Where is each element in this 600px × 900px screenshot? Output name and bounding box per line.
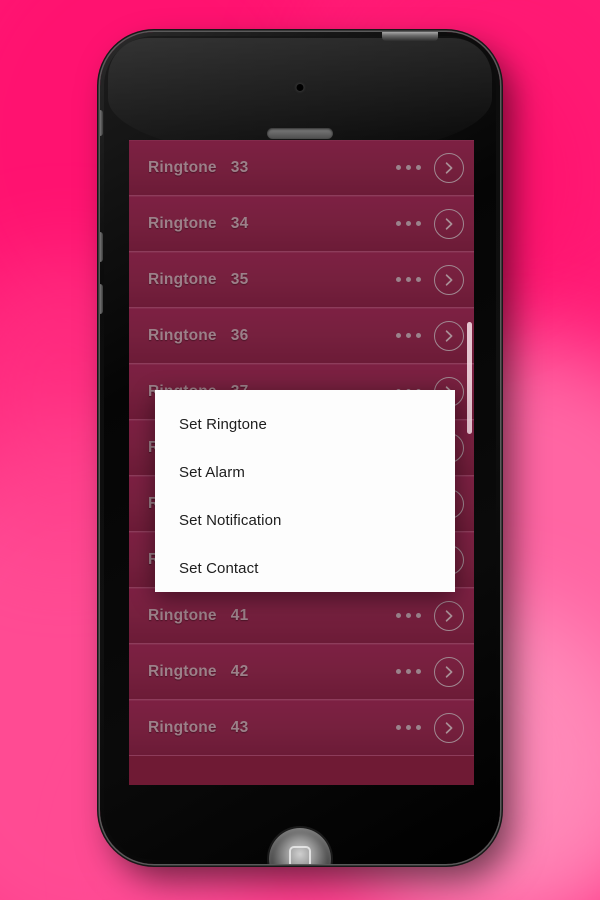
table-row[interactable]: Ringtone 34 [129, 196, 474, 252]
row-actions [396, 320, 464, 351]
table-row[interactable]: Ringtone 41 [129, 588, 474, 644]
chevron-right-circle-icon[interactable] [434, 264, 464, 295]
set-as-dialog[interactable]: Set Ringtone Set Alarm Set Notification Set… [155, 390, 455, 592]
earpiece-speaker [267, 128, 333, 139]
table-row[interactable]: Ringtone 35 [129, 252, 474, 308]
row-actions [396, 600, 464, 631]
scrollbar-thumb[interactable] [467, 322, 472, 434]
row-label: Ringtone [148, 718, 217, 736]
table-row[interactable]: Ringtone 33 [129, 140, 474, 196]
row-number: 36 [230, 326, 249, 344]
table-row[interactable]: Ringtone 43 [129, 700, 474, 756]
chevron-right-circle-icon[interactable] [434, 600, 464, 631]
more-dots-icon[interactable] [396, 613, 421, 618]
row-number: 34 [230, 214, 249, 232]
row-actions [396, 656, 464, 687]
row-label: Ringtone [148, 270, 217, 288]
phone-screen: Ringtone 33 Ringtone 34 Ringtone 35 Ringtone 36… [129, 140, 474, 785]
dialog-item-set-contact[interactable]: Set Contact [155, 544, 455, 592]
row-label: Ringtone [148, 326, 217, 344]
row-actions [396, 208, 464, 239]
volume-up-button[interactable] [100, 232, 103, 262]
row-number: 33 [230, 158, 249, 176]
row-actions [396, 264, 464, 295]
table-row[interactable]: Ringtone 36 [129, 308, 474, 364]
row-actions [396, 152, 464, 183]
row-label: Ringtone [148, 158, 217, 176]
row-number: 42 [230, 662, 249, 680]
row-number: 41 [230, 606, 249, 624]
row-label: Ringtone [148, 606, 217, 624]
row-actions [396, 712, 464, 743]
chevron-right-circle-icon[interactable] [434, 712, 464, 743]
more-dots-icon[interactable] [396, 277, 421, 282]
table-row[interactable]: Ringtone 42 [129, 644, 474, 700]
dialog-item-set-ringtone[interactable]: Set Ringtone [155, 400, 455, 448]
silent-switch[interactable] [100, 110, 103, 136]
dialog-item-set-alarm[interactable]: Set Alarm [155, 448, 455, 496]
dialog-item-list: Set Ringtone Set Alarm Set Notification Set… [155, 390, 455, 592]
power-button[interactable] [382, 32, 438, 41]
row-label: Ringtone [148, 214, 217, 232]
chevron-right-circle-icon[interactable] [434, 656, 464, 687]
home-square-icon [289, 845, 311, 864]
front-camera-icon [296, 84, 304, 91]
chevron-right-circle-icon[interactable] [434, 320, 464, 351]
chevron-right-circle-icon[interactable] [434, 208, 464, 239]
more-dots-icon[interactable] [396, 333, 421, 338]
row-number: 35 [230, 270, 249, 288]
volume-down-button[interactable] [100, 284, 103, 314]
more-dots-icon[interactable] [396, 165, 421, 170]
row-number: 43 [230, 718, 249, 736]
more-dots-icon[interactable] [396, 725, 421, 730]
chevron-right-circle-icon[interactable] [434, 152, 464, 183]
more-dots-icon[interactable] [396, 669, 421, 674]
phone-device-frame: Ringtone 33 Ringtone 34 Ringtone 35 Ringtone 36… [100, 32, 500, 864]
row-label: Ringtone [148, 662, 217, 680]
dialog-item-set-notification[interactable]: Set Notification [155, 496, 455, 544]
more-dots-icon[interactable] [396, 221, 421, 226]
